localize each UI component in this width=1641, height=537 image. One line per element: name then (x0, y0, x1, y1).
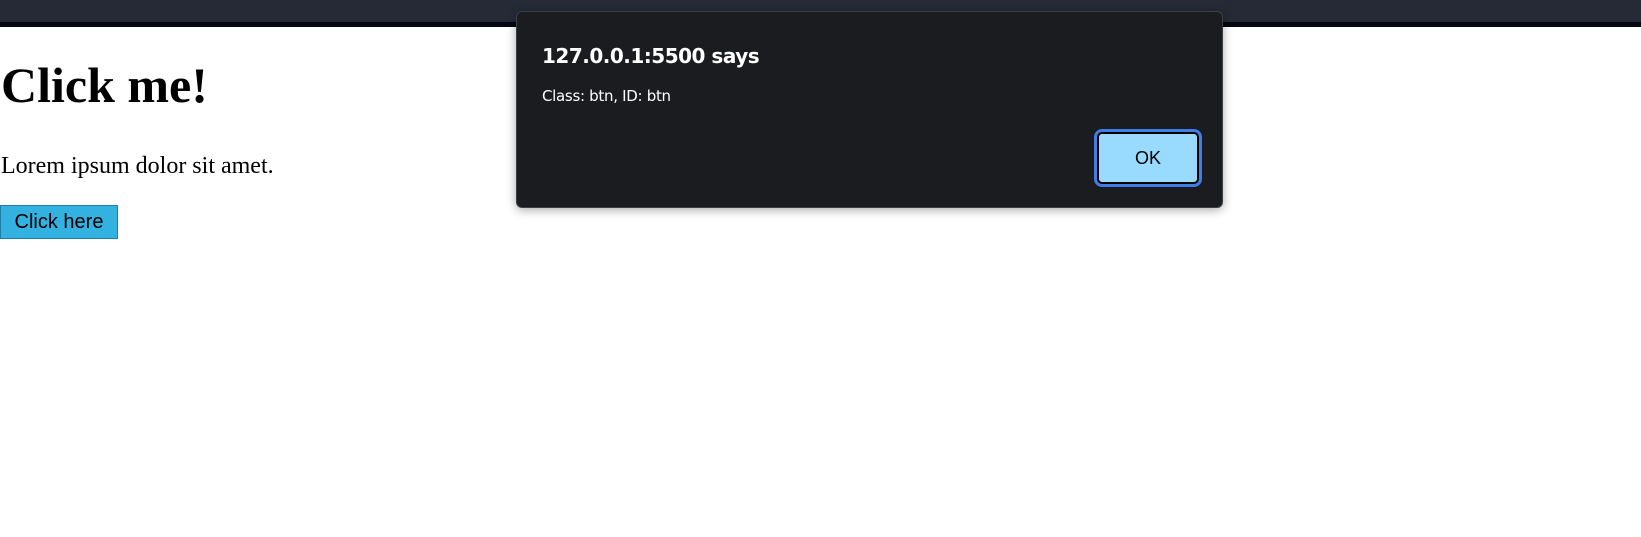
page-paragraph: Lorem ipsum dolor sit amet. (1, 153, 274, 179)
page-heading: Click me! (1, 57, 208, 113)
click-here-button[interactable]: Click here (0, 205, 118, 239)
alert-message: Class: btn, ID: btn (542, 87, 671, 105)
alert-dialog: 127.0.0.1:5500 says Class: btn, ID: btn … (516, 11, 1223, 208)
alert-title: 127.0.0.1:5500 says (542, 44, 760, 68)
ok-button[interactable]: OK (1094, 129, 1202, 187)
